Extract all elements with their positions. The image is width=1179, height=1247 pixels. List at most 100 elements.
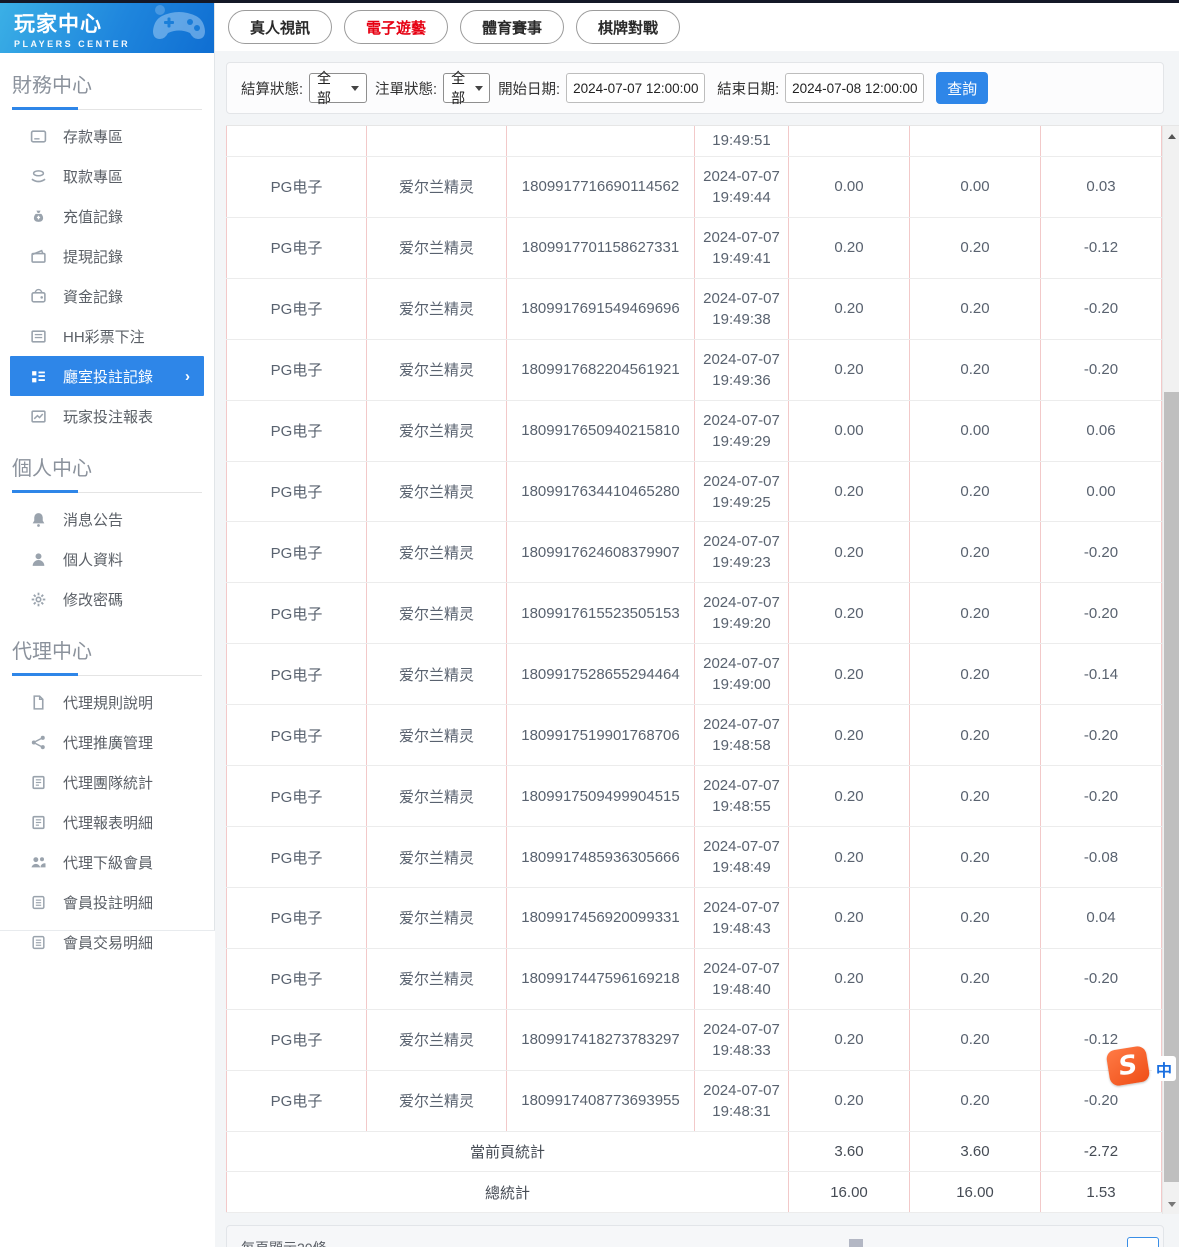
table-cell: 0.20 xyxy=(909,887,1041,949)
table-cell: 爱尔兰精灵 xyxy=(366,582,507,645)
table-cell: 0.00 xyxy=(788,400,910,462)
table-cell xyxy=(226,126,367,157)
table-cell: 1809917418273783297 xyxy=(506,1009,695,1071)
sidebar-item[interactable]: 會員交易明細 xyxy=(10,922,204,962)
room-list-icon xyxy=(30,368,47,385)
sidebar-item-label: 代理規則說明 xyxy=(63,694,154,712)
sidebar-item-label: 會員投註明細 xyxy=(63,894,154,912)
start-date-input[interactable] xyxy=(566,73,706,103)
table-cell: 2024-07-07 19:49:20 xyxy=(694,582,789,645)
chevron-down-icon xyxy=(475,85,484,91)
table-row: PG电子 爱尔兰精灵 1809917650940215810 2024-07-07 19… xyxy=(226,400,1162,462)
tab-active[interactable]: 電子遊藝 xyxy=(344,10,449,44)
table-cell: 2024-07-07 19:49:23 xyxy=(694,521,789,584)
sidebar-item-label: 充值記錄 xyxy=(63,208,124,226)
sidebar-item[interactable]: 代理推廣管理 xyxy=(10,722,204,762)
pagination-bar: 每頁顯示20條 xyxy=(226,1225,1164,1247)
sidebar-item[interactable]: 充值記錄 xyxy=(10,196,204,236)
table-cell: 0.20 xyxy=(788,521,910,584)
sidebar-item-label: 資金記錄 xyxy=(63,288,124,306)
table-cell: PG电子 xyxy=(226,217,367,279)
table-row: PG电子 爱尔兰精灵 1809917624608379907 2024-07-07 19… xyxy=(226,521,1162,584)
ime-chinese-mode-badge[interactable]: 中 xyxy=(1152,1056,1176,1081)
scroll-up-arrow-icon[interactable] xyxy=(1163,128,1179,144)
table-cell: 1809917456920099331 xyxy=(506,887,695,949)
sidebar-item[interactable]: 消息公告 xyxy=(10,499,204,539)
table-cell: 0.20 xyxy=(909,704,1041,767)
person-icon xyxy=(30,551,47,568)
settle-status-select[interactable]: 全部 xyxy=(309,70,368,106)
table-cell: 0.20 xyxy=(788,1070,910,1132)
table-row: PG电子 爱尔兰精灵 1809917615523505153 2024-07-07 19… xyxy=(226,582,1162,645)
table-cell: 0.20 xyxy=(788,765,910,828)
sidebar-section-title: 個人中心 xyxy=(12,458,92,480)
table-cell: 爱尔兰精灵 xyxy=(366,278,507,340)
end-date-input[interactable] xyxy=(785,73,925,103)
table-cell: PG电子 xyxy=(226,521,367,584)
table-cell: 0.20 xyxy=(788,1009,910,1071)
table-cell xyxy=(909,126,1041,157)
tab-category[interactable]: 真人視訊 xyxy=(228,10,333,44)
settle-status-label: 結算狀態: xyxy=(241,81,304,98)
tab-category[interactable]: 體育賽事 xyxy=(460,10,565,44)
sidebar-item[interactable]: 會員投註明細 xyxy=(10,882,204,922)
sidebar-item[interactable]: 玩家投注報表 xyxy=(10,396,204,436)
table-cell: 2024-07-07 19:48:55 xyxy=(694,765,789,828)
sidebar-item[interactable]: 代理下級會員 xyxy=(10,842,204,882)
sogou-logo-icon[interactable]: S xyxy=(1105,1045,1151,1087)
table-cell: -2.72 xyxy=(1040,1131,1162,1173)
sidebar-item-label: 玩家投注報表 xyxy=(63,408,154,426)
sidebar-item-label: 代理下級會員 xyxy=(63,854,154,872)
gamepad-icon xyxy=(153,5,205,39)
table-cell: 3.60 xyxy=(909,1131,1041,1173)
table-cell: 爱尔兰精灵 xyxy=(366,887,507,949)
ime-indicator[interactable]: S 中 xyxy=(1105,1045,1178,1092)
table-cell: PG电子 xyxy=(226,1070,367,1132)
sidebar-item[interactable]: 修改密碼 xyxy=(10,579,204,619)
order-status-select[interactable]: 全部 xyxy=(443,70,491,106)
table-row: PG电子 爱尔兰精灵 1809917701158627331 2024-07-07 19… xyxy=(226,217,1162,279)
search-button[interactable]: 查詢 xyxy=(936,72,989,104)
table-cell: 2024-07-07 19:49:41 xyxy=(694,217,789,279)
report-icon xyxy=(30,774,47,791)
table-cell: -0.14 xyxy=(1040,643,1162,706)
table-cell: 1809917691549469696 xyxy=(506,278,695,340)
table-cell: PG电子 xyxy=(226,704,367,767)
table-cell: 爱尔兰精灵 xyxy=(366,704,507,767)
sidebar-item[interactable]: 廳室投註記錄 › xyxy=(10,356,204,396)
share-icon xyxy=(30,734,47,751)
table-cell: 2024-07-07 19:49:29 xyxy=(694,400,789,462)
sidebar-item[interactable]: 取款專區 xyxy=(10,156,204,196)
sidebar-item[interactable]: 資金記錄 xyxy=(10,276,204,316)
sidebar-item[interactable]: 代理團隊統計 xyxy=(10,762,204,802)
table-cell: -0.12 xyxy=(1040,217,1162,279)
table-cell: 爱尔兰精灵 xyxy=(366,400,507,462)
table-cell: 1809917634410465280 xyxy=(506,461,695,523)
bell-icon xyxy=(30,511,47,528)
top-dark-bar xyxy=(0,0,1179,3)
chart-icon xyxy=(30,408,47,425)
sidebar-item[interactable]: 代理報表明細 xyxy=(10,802,204,842)
table-cell: 爱尔兰精灵 xyxy=(366,521,507,584)
end-date-label: 結束日期: xyxy=(717,81,780,98)
table-row: PG电子 爱尔兰精灵 1809917691549469696 2024-07-07 19… xyxy=(226,278,1162,340)
table-cell: 16.00 xyxy=(788,1171,910,1213)
sidebar-item[interactable]: 存款專區 xyxy=(10,116,204,156)
pagination-page-button[interactable] xyxy=(1127,1237,1159,1247)
sidebar-item[interactable]: HH彩票下注 xyxy=(10,316,204,356)
sidebar-item[interactable]: 個人資料 xyxy=(10,539,204,579)
sidebar-item[interactable]: 代理規則說明 xyxy=(10,682,204,722)
table-cell: 爱尔兰精灵 xyxy=(366,826,507,889)
table-row: PG电子 爱尔兰精灵 1809917408773693955 2024-07-07 19… xyxy=(226,1070,1162,1132)
tab-category[interactable]: 棋牌對戰 xyxy=(576,10,681,44)
sidebar-item[interactable]: 提現記錄 xyxy=(10,236,204,276)
sidebar-section-title: 代理中心 xyxy=(12,641,92,663)
table-cell: 2024-07-07 19:49:36 xyxy=(694,339,789,401)
table-row: PG电子 爱尔兰精灵 1809917519901768706 2024-07-07 19… xyxy=(226,704,1162,767)
pagination-marker xyxy=(849,1239,863,1247)
table-cell: PG电子 xyxy=(226,887,367,949)
table-cell: 0.20 xyxy=(788,887,910,949)
scroll-down-arrow-icon[interactable] xyxy=(1163,1196,1179,1212)
table-cell: 爱尔兰精灵 xyxy=(366,1070,507,1132)
sidebar: 玩家中心 PLAYERS CENTER 財務中心 存款專區 取款專區 充值記錄 提現記錄… xyxy=(0,0,215,952)
